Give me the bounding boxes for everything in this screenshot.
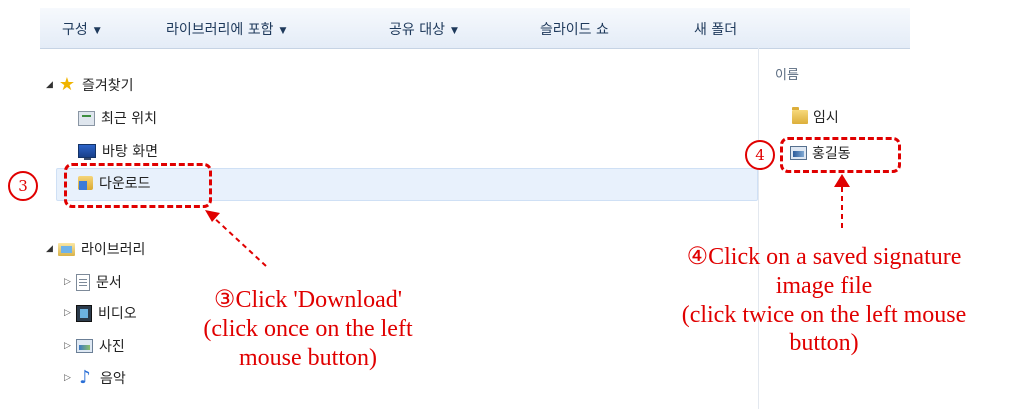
step4-arrow-head	[834, 174, 850, 187]
step3-line: mouse button)	[239, 344, 377, 371]
step3-line: ③Click 'Download'	[213, 287, 403, 313]
step3-instruction: ③Click 'Download' (click once on the lef…	[158, 286, 458, 372]
step4-instruction: ④Click on a saved signature image file (…	[625, 243, 1023, 358]
step4-line: button)	[789, 330, 859, 357]
step4-line: (click twice on the left mouse	[681, 301, 967, 328]
step3-line: (click once on the left	[203, 315, 413, 342]
step3-arrow-line	[211, 215, 267, 267]
step4-line: ④Click on a saved signature	[686, 244, 962, 270]
step4-line: image file	[775, 272, 873, 299]
